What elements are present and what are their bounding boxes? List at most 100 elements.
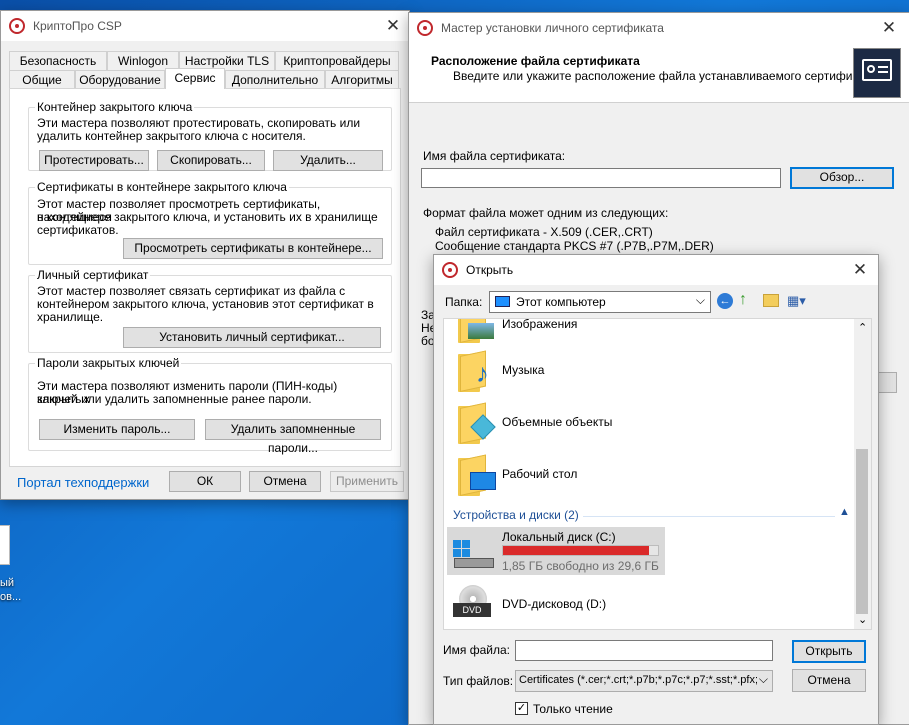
forget-passwords-button[interactable]: Удалить запомненные пароли... [205, 419, 381, 455]
open-file-dialog: Открыть ✕ Папка: Этот компьютер ⌵ ← ↑ ▦▾… [433, 254, 879, 725]
certificates-group-legend: Сертификаты в контейнере закрытого ключа [35, 180, 289, 194]
view-certificates-button[interactable]: Просмотреть сертификаты в контейнере... [123, 238, 383, 259]
tab-crypto-providers[interactable]: Криптопровайдеры [275, 51, 399, 70]
certificates-group: Сертификаты в контейнере закрытого ключа… [28, 180, 392, 265]
cryptopro-titlebar: КриптоПро CSP ✕ [1, 11, 409, 41]
filetype-value: Certificates (*.cer;*.crt;*.p7b;*.p7c;*.… [519, 674, 757, 686]
filetype-label: Тип файлов: [443, 674, 514, 688]
list-item[interactable]: ♪ Музыка [444, 347, 856, 395]
container-group: Контейнер закрытого ключа Эти мастера по… [28, 100, 392, 171]
scrollbar-thumb[interactable] [856, 449, 868, 614]
wizard-header: Расположение файла сертификата Введите и… [409, 43, 909, 103]
drive-c-free: 1,85 ГБ свободно из 29,6 ГБ [502, 559, 659, 573]
cryptopro-logo-icon [442, 262, 458, 278]
file-list[interactable]: Изображения ♪ Музыка Объемные объекты Ра… [443, 318, 872, 630]
cryptopro-logo-icon [417, 20, 433, 36]
readonly-label: Только чтение [533, 702, 613, 716]
test-button[interactable]: Протестировать... [39, 150, 149, 171]
list-item[interactable]: Объемные объекты [444, 399, 856, 447]
desktop-icon-label-2: ов... [0, 591, 22, 603]
desktop-icon[interactable]: ый ов... [0, 525, 22, 605]
tab-algorithms[interactable]: Алгоритмы [325, 70, 399, 89]
ok-button[interactable]: ОК [169, 471, 241, 492]
close-icon[interactable]: ✕ [879, 18, 899, 38]
service-tab-panel: Контейнер закрытого ключа Эти мастера по… [9, 88, 401, 467]
dvd-drive-icon: DVD [453, 585, 493, 625]
filetype-select[interactable]: Certificates (*.cer;*.crt;*.p7b;*.p7c;*.… [515, 670, 773, 692]
devices-section-header[interactable]: Устройства и диски (2) ▲ [453, 506, 853, 524]
3d-objects-folder-icon [458, 402, 496, 444]
cryptopro-title: КриптоПро CSP [33, 19, 122, 33]
filename-label: Имя файла: [443, 643, 510, 657]
container-text-line2: удалить контейнер закрытого ключа с носи… [37, 129, 306, 143]
wizard-partial-button[interactable] [877, 372, 897, 393]
file-icon [0, 525, 10, 565]
file-name-label: Имя файла сертификата: [423, 149, 566, 163]
tab-general[interactable]: Общие [9, 70, 75, 89]
pictures-folder-icon [458, 319, 494, 343]
certificate-wizard-icon [853, 48, 901, 98]
hard-drive-icon [450, 538, 494, 568]
readonly-checkbox[interactable]: ✓ [515, 702, 528, 715]
chevron-down-icon: ⌵ [758, 672, 768, 686]
drive-d-item[interactable]: DVD DVD-дисковод (D:) [447, 581, 665, 627]
passwords-group: Пароли закрытых ключей Эти мастера позво… [28, 356, 392, 455]
scroll-down-icon[interactable]: ⌄ [858, 613, 867, 626]
drive-c-usage-bar [502, 545, 659, 556]
dialog-cancel-button[interactable]: Отмена [792, 669, 866, 692]
support-portal-link[interactable]: Портал техподдержки [17, 475, 149, 490]
certificate-file-input[interactable] [421, 168, 781, 188]
list-item-label: Изображения [502, 318, 578, 331]
music-folder-icon: ♪ [458, 350, 494, 392]
up-folder-icon[interactable]: ↑ [739, 292, 755, 309]
file-list-scrollbar[interactable]: ⌃ ⌄ [854, 319, 871, 629]
cryptopro-logo-icon [9, 18, 25, 34]
wizard-title: Мастер установки личного сертификата [441, 21, 664, 35]
cancel-button[interactable]: Отмена [249, 471, 321, 492]
drive-c-item[interactable]: Локальный диск (C:) 1,85 ГБ свободно из … [447, 527, 665, 575]
browse-button[interactable]: Обзор... [790, 167, 894, 189]
formats-label: Формат файла может одним из следующих: [423, 206, 669, 220]
format-x509: Файл сертификата - X.509 (.CER,.CRT) [435, 225, 653, 239]
cryptopro-window: КриптоПро CSP ✕ Безопасность Winlogon На… [0, 10, 410, 500]
tab-hardware[interactable]: Оборудование [75, 70, 165, 89]
personal-group-legend: Личный сертификат [35, 268, 151, 282]
personal-text-line3: хранилище. [37, 310, 104, 324]
personal-certificate-group: Личный сертификат Этот мастер позволяет … [28, 268, 392, 353]
tab-advanced[interactable]: Дополнительно [225, 70, 325, 89]
list-item[interactable]: Изображения [444, 318, 856, 343]
list-item-label: Музыка [502, 363, 545, 377]
format-pkcs7: Сообщение стандарта PKCS #7 (.P7B,.P7M,.… [435, 239, 714, 253]
list-item-label: Рабочий стол [502, 467, 578, 481]
new-folder-icon[interactable] [763, 294, 779, 307]
dvd-label: DVD [453, 603, 491, 617]
filename-input[interactable] [515, 640, 773, 661]
certificates-text-line3: сертификатов. [37, 223, 119, 237]
apply-button[interactable]: Применить [330, 471, 404, 492]
list-item[interactable]: Рабочий стол [444, 451, 856, 499]
passwords-text-line2: ключей или удалить запомненные ранее пар… [37, 392, 312, 406]
chevron-up-icon: ▲ [839, 506, 850, 518]
wizard-header-subtitle: Введите или укажите расположение файла у… [453, 69, 877, 83]
close-icon[interactable]: ✕ [383, 16, 403, 36]
close-icon[interactable]: ✕ [850, 260, 870, 280]
open-button[interactable]: Открыть [792, 640, 866, 663]
open-dialog-titlebar: Открыть ✕ [434, 255, 878, 285]
view-menu-icon[interactable]: ▦▾ [787, 294, 811, 308]
tab-security[interactable]: Безопасность [9, 51, 107, 70]
delete-button[interactable]: Удалить... [273, 150, 383, 171]
scroll-up-icon[interactable]: ⌃ [858, 321, 867, 334]
change-password-button[interactable]: Изменить пароль... [39, 419, 195, 440]
wizard-titlebar: Мастер установки личного сертификата ✕ [409, 13, 909, 43]
container-group-legend: Контейнер закрытого ключа [35, 100, 195, 114]
drive-d-name: DVD-дисковод (D:) [502, 597, 607, 611]
tab-service[interactable]: Сервис [165, 68, 225, 89]
chevron-down-icon: ⌵ [695, 293, 705, 307]
drive-c-usage-fill [503, 546, 649, 555]
install-personal-certificate-button[interactable]: Установить личный сертификат... [123, 327, 381, 348]
list-item-label: Объемные объекты [502, 415, 613, 429]
folder-select[interactable]: Этот компьютер ⌵ [489, 291, 711, 313]
devices-section-label: Устройства и диски (2) [453, 508, 579, 522]
back-icon[interactable]: ← [717, 293, 733, 309]
copy-button[interactable]: Скопировать... [157, 150, 265, 171]
